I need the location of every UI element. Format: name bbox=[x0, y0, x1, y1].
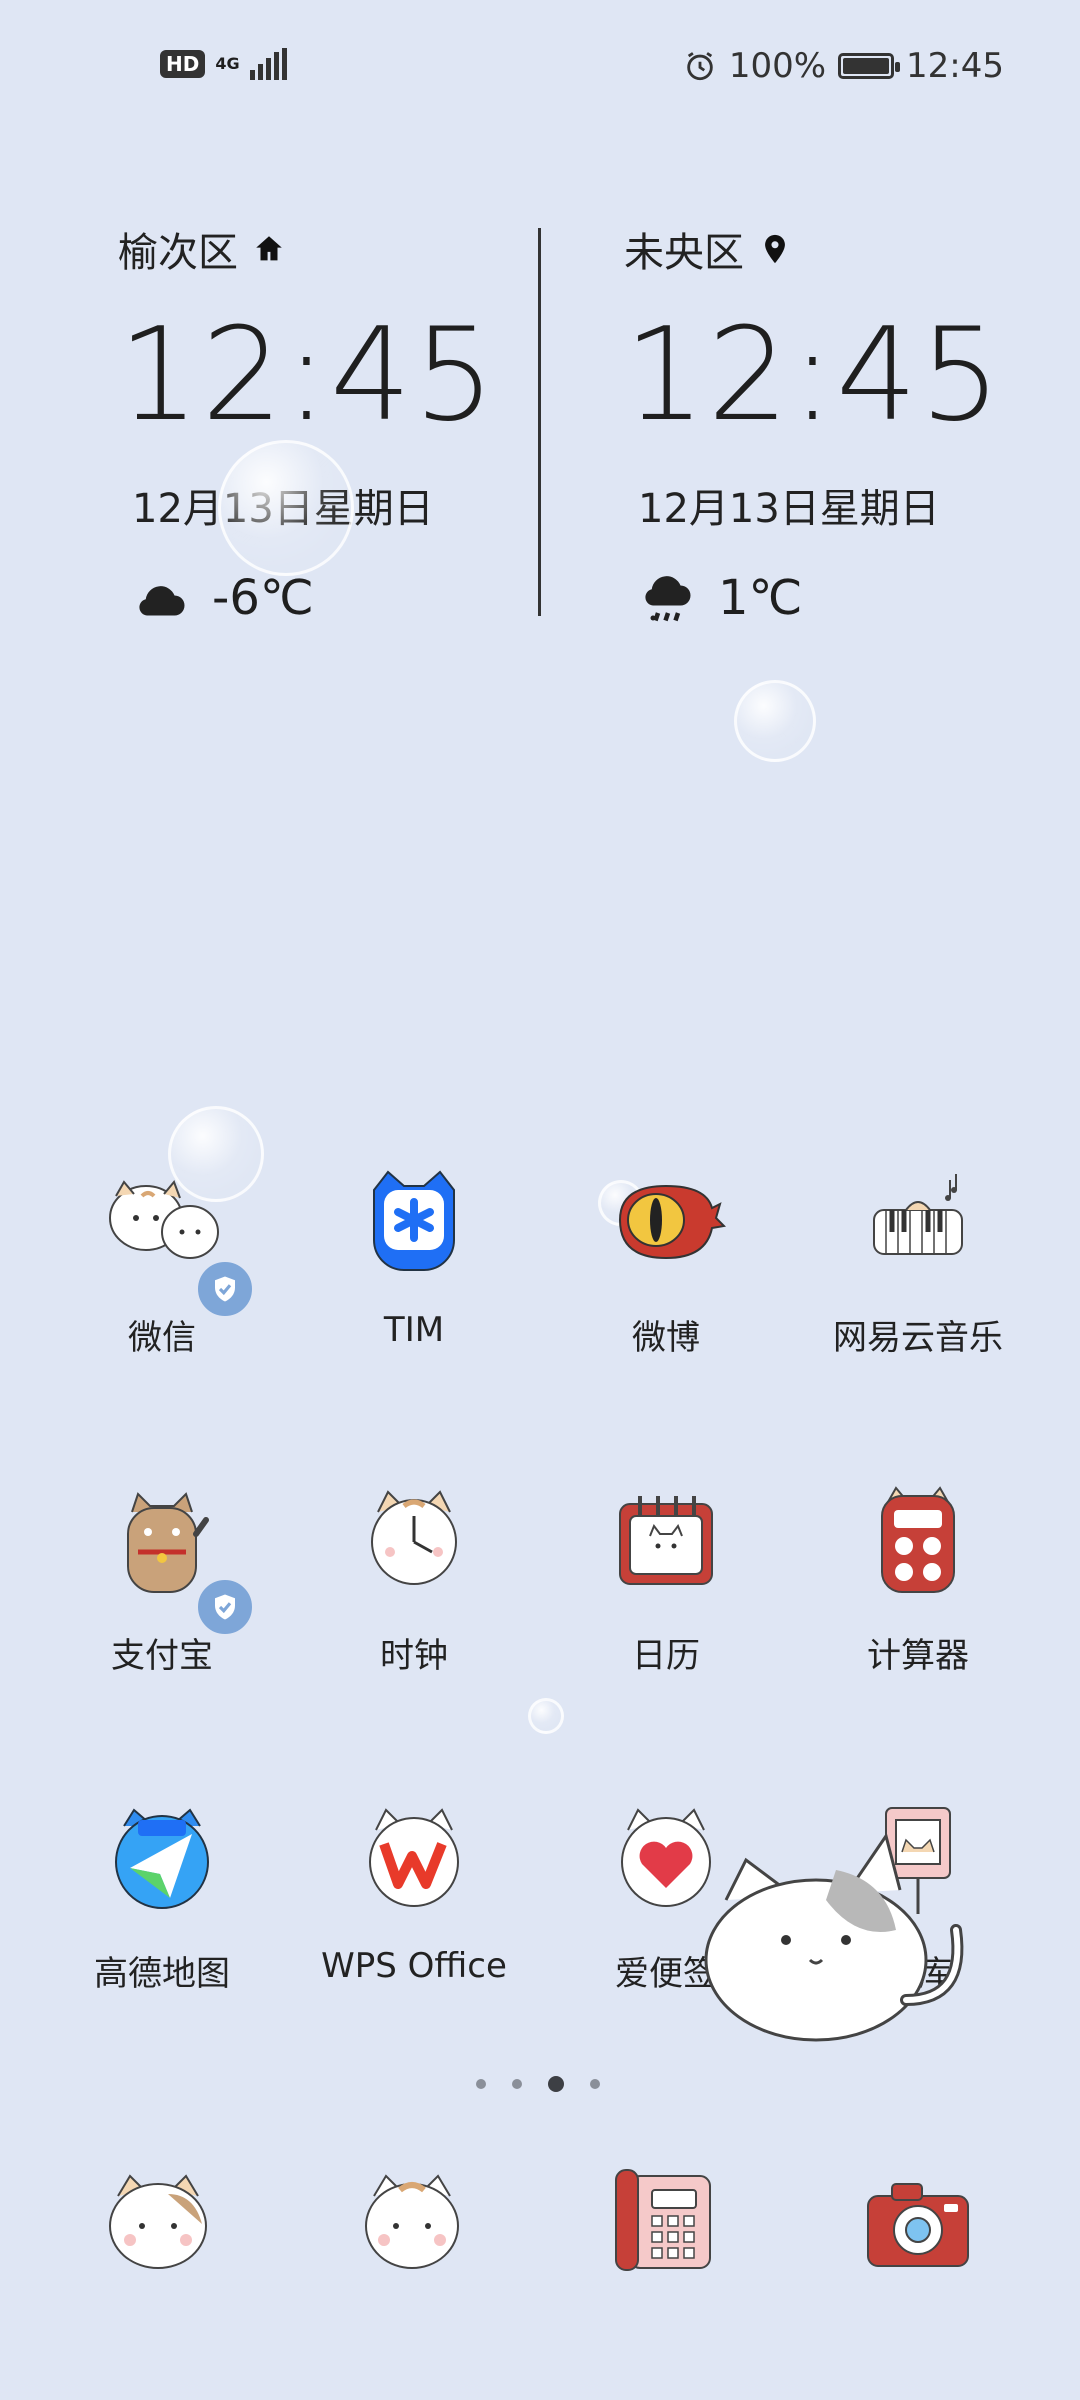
app-tim[interactable]: TIM bbox=[294, 1160, 534, 1350]
app-amap[interactable]: 高德地图 bbox=[42, 1796, 282, 1995]
app-label: WPS Office bbox=[321, 1946, 507, 1986]
status-right: 100% 12:45 bbox=[683, 46, 1004, 86]
cat-contacts-icon bbox=[365, 2174, 459, 2269]
app-label: 微博 bbox=[632, 1318, 700, 1358]
app-alipay[interactable]: 支付宝 bbox=[42, 1478, 282, 1677]
clock-city-location: 未央区 bbox=[624, 220, 1044, 278]
cloud-icon bbox=[139, 586, 185, 616]
weibo-eye-icon bbox=[606, 1160, 727, 1280]
app-wechat[interactable]: 微信 bbox=[42, 1160, 282, 1359]
page-dot-4[interactable] bbox=[590, 2079, 600, 2089]
battery-fill bbox=[843, 58, 890, 74]
app-label: 网易云音乐 bbox=[833, 1318, 1003, 1358]
status-left: HD 4G bbox=[160, 48, 287, 80]
clock-divider bbox=[538, 228, 541, 616]
app-clock[interactable]: 时钟 bbox=[294, 1478, 534, 1677]
clock-widget-location[interactable]: 未央区 12:45 12月13日星期日 1℃ bbox=[624, 220, 1044, 628]
temperature: -6℃ bbox=[212, 570, 314, 626]
page-indicator[interactable] bbox=[476, 2076, 600, 2092]
page-dot-3[interactable] bbox=[548, 2076, 564, 2092]
lucky-cat-icon bbox=[102, 1478, 256, 1638]
bubble-decoration bbox=[734, 680, 816, 762]
bubble-decoration bbox=[218, 440, 354, 576]
temperature: 1℃ bbox=[718, 570, 803, 626]
clock-date-location: 12月13日星期日 bbox=[638, 486, 940, 532]
network-type: 4G bbox=[215, 54, 240, 73]
dock-camera[interactable] bbox=[858, 2160, 978, 2280]
camera-icon bbox=[867, 2183, 969, 2267]
app-label: 日历 bbox=[632, 1636, 700, 1676]
alarm-icon bbox=[687, 52, 713, 81]
page-dot-2[interactable] bbox=[512, 2079, 522, 2089]
clock-time-location: 12:45 bbox=[624, 301, 1003, 450]
piano-cat-icon bbox=[858, 1160, 978, 1280]
cat-calendar-icon bbox=[606, 1478, 726, 1598]
weather-home: -6℃ bbox=[132, 568, 538, 628]
app-label: 时钟 bbox=[380, 1636, 448, 1676]
phone-icon bbox=[615, 2169, 711, 2271]
cat-clock-icon bbox=[354, 1478, 474, 1598]
app-label: 计算器 bbox=[867, 1636, 969, 1676]
app-label: 高德地图 bbox=[94, 1954, 230, 1994]
wps-cat-icon bbox=[354, 1796, 474, 1916]
weather-location: 1℃ bbox=[638, 568, 1044, 628]
page-dot-1[interactable] bbox=[476, 2079, 486, 2089]
sitting-cat-decoration bbox=[704, 1832, 964, 2042]
cat-messages-icon bbox=[109, 2174, 207, 2269]
cloud-snow-icon bbox=[645, 576, 691, 622]
bubble-decoration bbox=[528, 1698, 564, 1734]
dock-messages[interactable] bbox=[98, 2160, 218, 2280]
city-name: 未央区 bbox=[624, 230, 744, 276]
dock-contacts[interactable] bbox=[352, 2160, 472, 2280]
twin-app-shield-icon bbox=[194, 1258, 256, 1320]
dock-phone[interactable] bbox=[604, 2160, 724, 2280]
clock-time-home: 12:45 bbox=[118, 301, 497, 450]
app-wps-office[interactable]: WPS Office bbox=[294, 1796, 534, 1986]
clock-city-home: 榆次区 bbox=[118, 220, 538, 278]
status-time: 12:45 bbox=[906, 46, 1004, 86]
battery-icon bbox=[838, 53, 901, 79]
app-calculator[interactable]: 计算器 bbox=[798, 1478, 1038, 1677]
hd-badge: HD bbox=[160, 50, 206, 78]
app-label: 微信 bbox=[128, 1318, 196, 1358]
battery-percent: 100% bbox=[728, 46, 827, 86]
app-weibo[interactable]: 微博 bbox=[546, 1160, 786, 1359]
location-pin-icon bbox=[765, 234, 785, 264]
cat-calculator-icon bbox=[858, 1478, 978, 1598]
tim-icon bbox=[354, 1160, 474, 1280]
amap-cat-icon bbox=[102, 1796, 222, 1916]
app-calendar[interactable]: 日历 bbox=[546, 1478, 786, 1677]
home-icon bbox=[256, 236, 282, 261]
twin-app-shield-icon bbox=[194, 1576, 256, 1638]
wechat-cats-icon bbox=[102, 1160, 256, 1320]
app-label: 支付宝 bbox=[111, 1636, 213, 1676]
clock-widget-home[interactable]: 榆次区 12:45 12月13日星期日 -6℃ bbox=[118, 220, 538, 628]
app-netease-music[interactable]: 网易云音乐 bbox=[798, 1160, 1038, 1359]
signal-icon bbox=[249, 48, 287, 80]
city-name: 榆次区 bbox=[118, 230, 238, 276]
app-label: TIM bbox=[383, 1310, 445, 1350]
